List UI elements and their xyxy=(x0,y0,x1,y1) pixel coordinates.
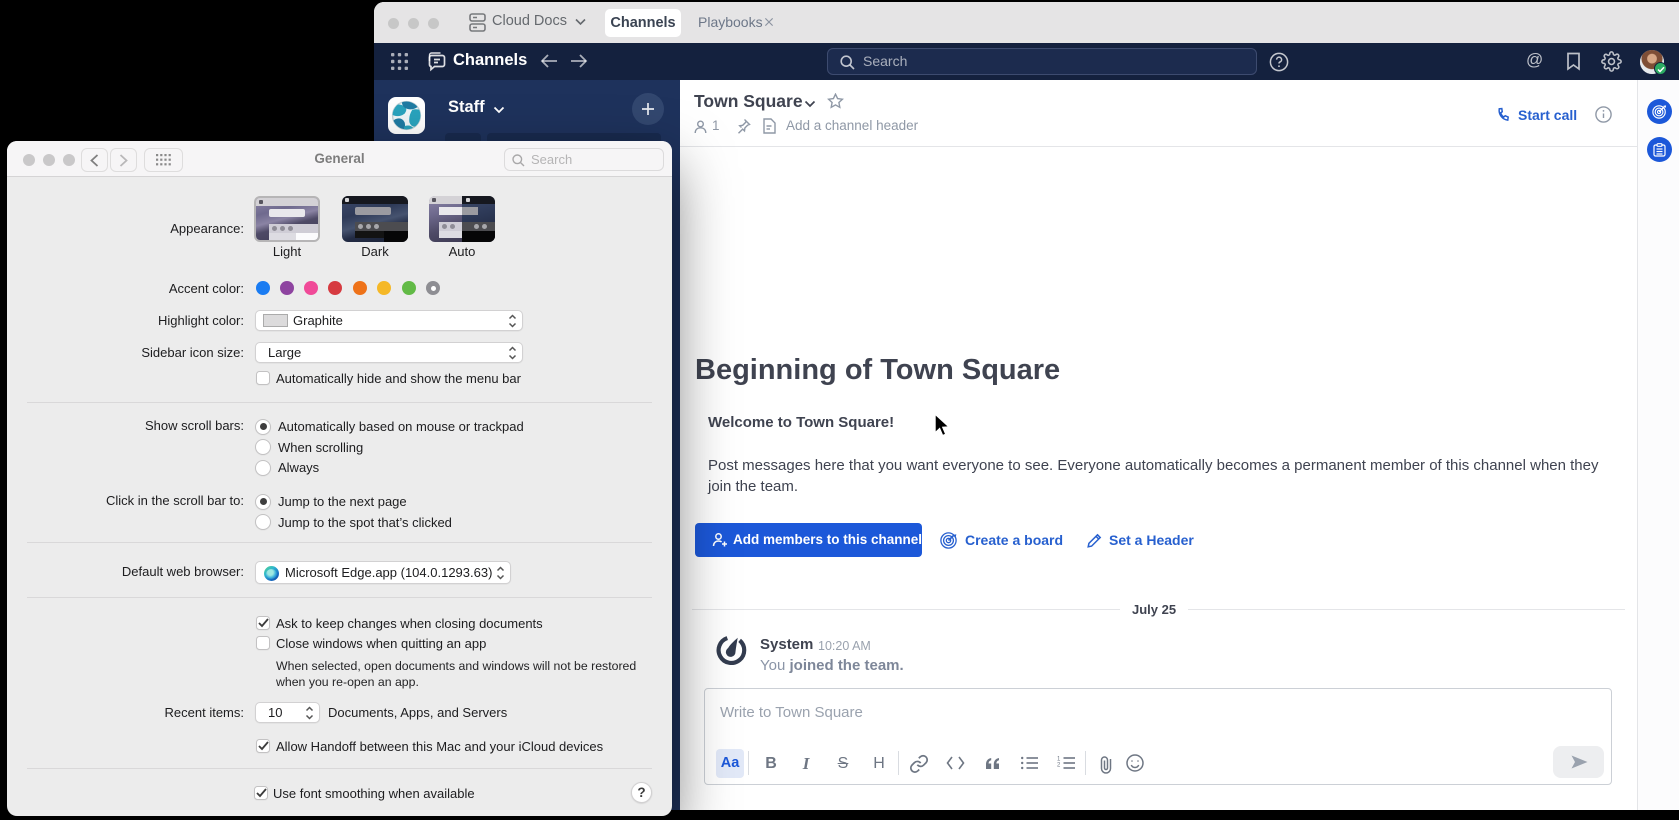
svg-text:2: 2 xyxy=(1057,763,1061,769)
